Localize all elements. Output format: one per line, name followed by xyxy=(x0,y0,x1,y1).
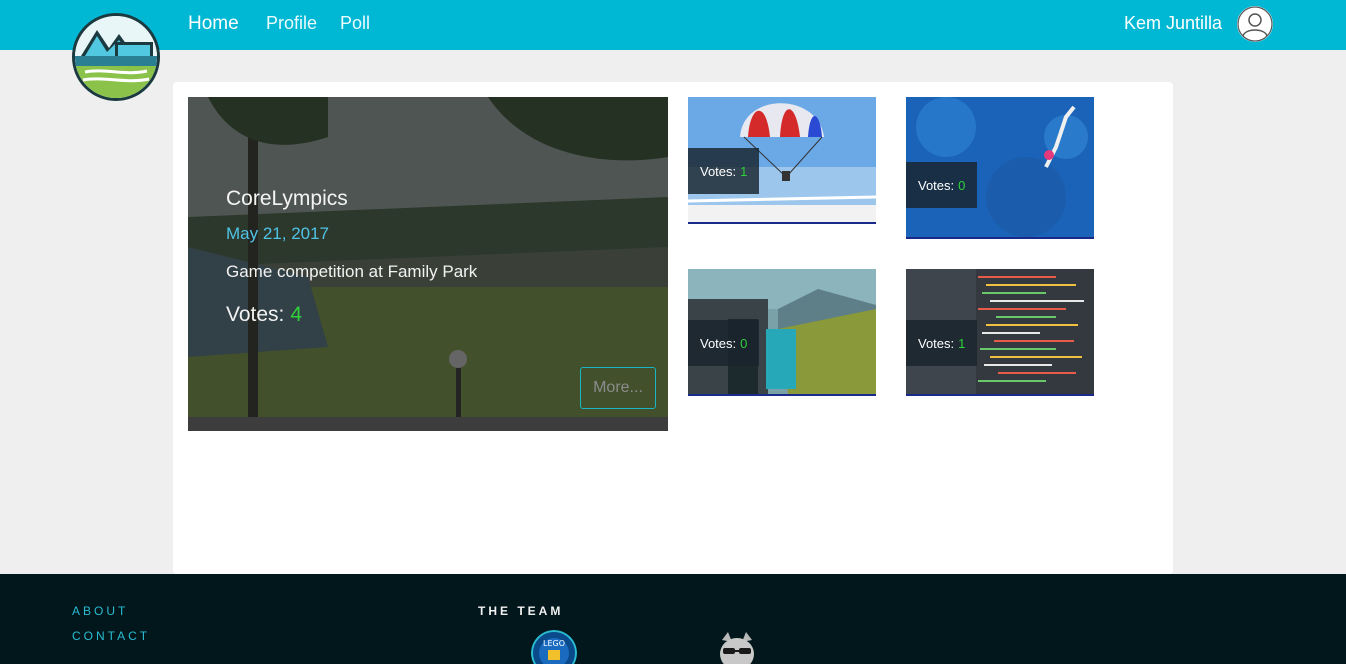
nav-home-link[interactable]: Home xyxy=(188,13,239,35)
nav-profile-link[interactable]: Profile xyxy=(266,13,317,34)
user-name[interactable]: Kem Juntilla xyxy=(1124,13,1222,34)
vote-badge: Votes: 0 xyxy=(906,162,978,208)
event-title: CoreLympics xyxy=(226,187,348,210)
mountain-lake-logo[interactable] xyxy=(72,13,160,101)
more-button[interactable]: More... xyxy=(580,367,656,409)
event-votes: Votes: 4 xyxy=(226,303,302,327)
team-member-cat-avatar[interactable] xyxy=(714,630,760,664)
footer: ABOUT CONTACT THE TEAM LEGO xyxy=(0,574,1346,664)
poll-thumbnail-3[interactable]: Votes: 0 xyxy=(688,269,876,396)
poll-thumbnail-1[interactable]: Votes: 1 xyxy=(688,97,876,224)
nav-poll-link[interactable]: Poll xyxy=(340,13,370,34)
team-member-lego-avatar[interactable]: LEGO xyxy=(531,630,577,664)
vote-badge: Votes: 1 xyxy=(688,148,760,194)
footer-about-link[interactable]: ABOUT xyxy=(72,604,128,618)
vote-badge: Votes: 0 xyxy=(688,320,760,366)
event-votes-label: Votes: xyxy=(226,303,285,326)
event-description: Game competition at Family Park xyxy=(226,262,478,281)
featured-event-card[interactable]: CoreLympics May 21, 2017 Game competitio… xyxy=(188,97,668,431)
poll-thumbnail-4[interactable]: Votes: 1 xyxy=(906,269,1094,396)
event-votes-count: 4 xyxy=(290,303,303,326)
poll-thumbnail-2[interactable]: Votes: 0 xyxy=(906,97,1094,239)
footer-contact-link[interactable]: CONTACT xyxy=(72,629,150,643)
event-date: May 21, 2017 xyxy=(226,224,330,243)
team-title: THE TEAM xyxy=(478,604,564,618)
vote-badge: Votes: 1 xyxy=(906,320,978,366)
user-avatar-icon[interactable] xyxy=(1237,6,1273,42)
lego-badge-text: LEGO xyxy=(543,639,565,648)
top-navbar: Home Profile Poll Kem Juntilla xyxy=(0,0,1346,50)
